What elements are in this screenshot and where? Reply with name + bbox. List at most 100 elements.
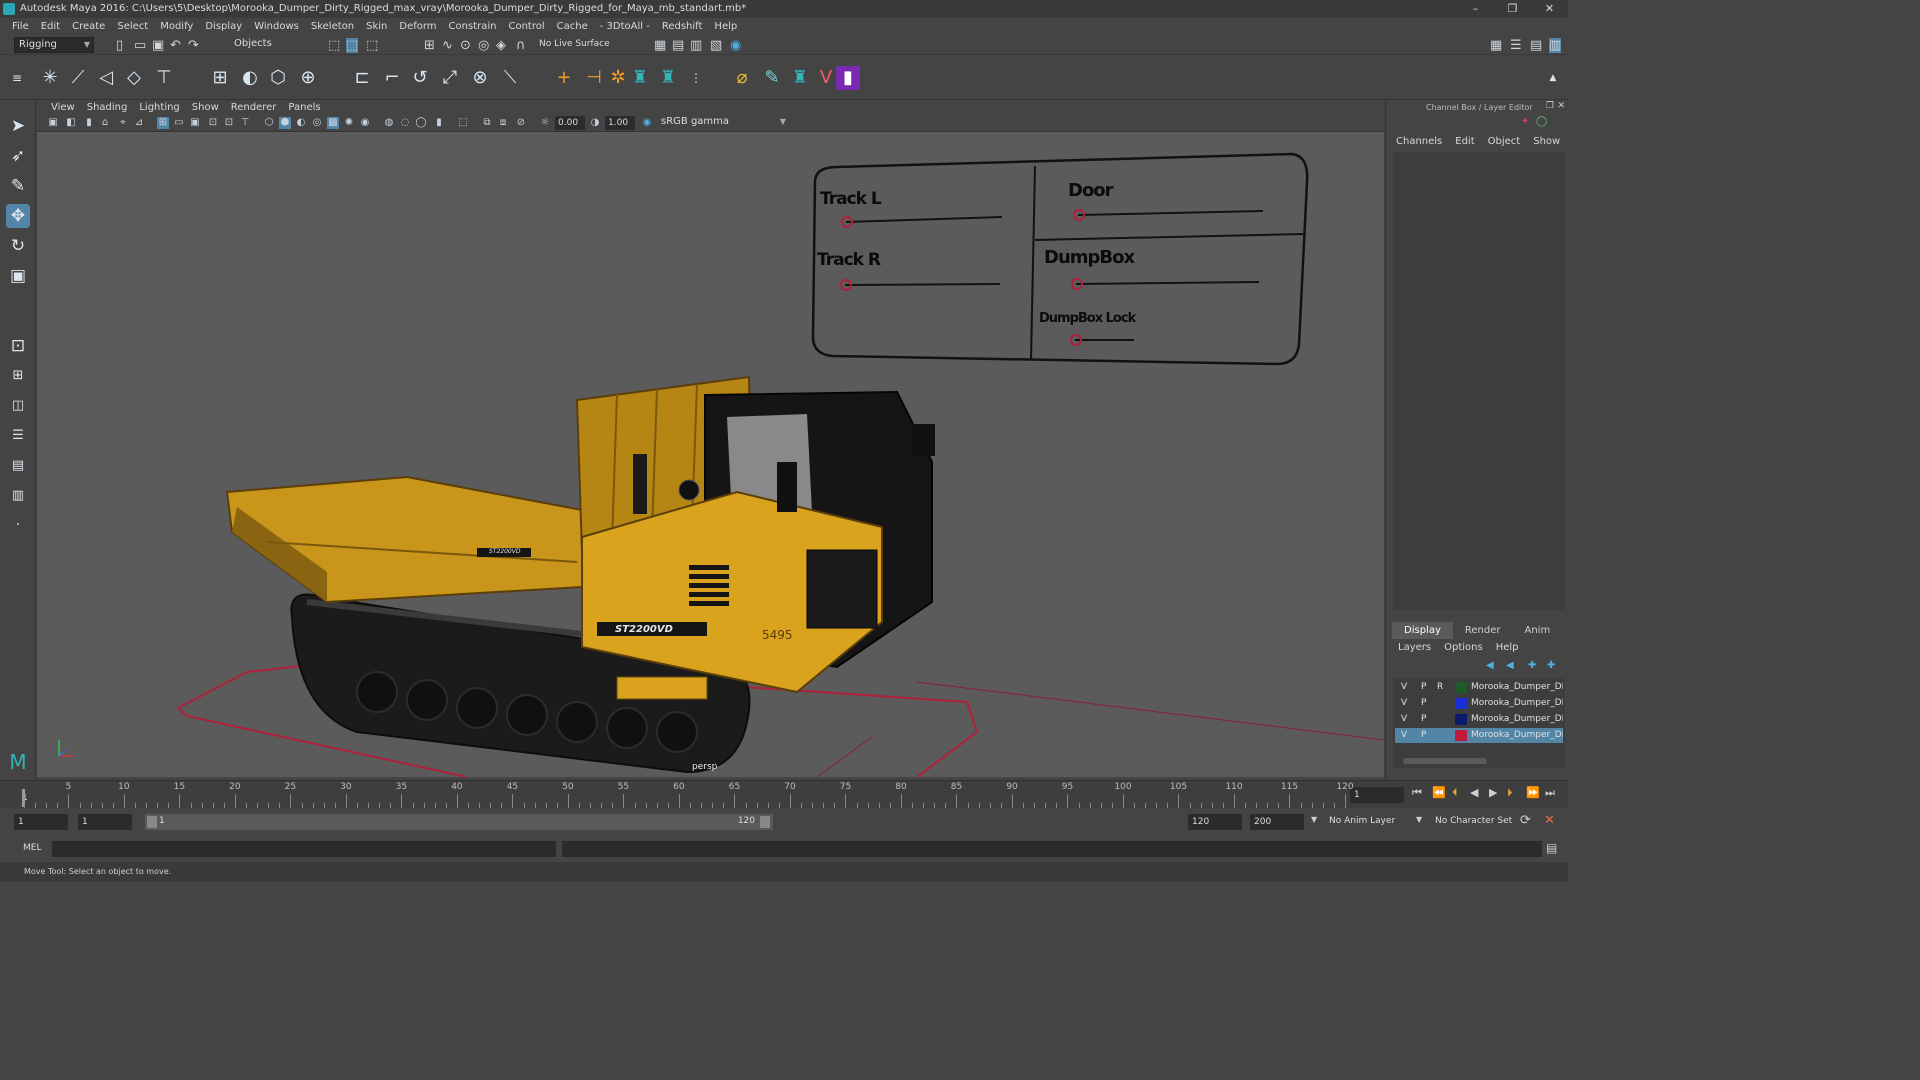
menu-help[interactable]: Help [708, 21, 743, 32]
shadows-icon[interactable]: ◉ [359, 117, 371, 129]
lasso-tool-icon[interactable]: ➶ [6, 144, 30, 168]
menu-deform[interactable]: Deform [393, 21, 442, 32]
mirror-joint-icon[interactable]: ◁ [94, 66, 118, 90]
scale-tool-icon[interactable]: ▣ [6, 264, 30, 288]
antialias-icon[interactable]: ⊘ [515, 117, 527, 129]
step-back-frame-icon[interactable]: ⏴ [1452, 786, 1458, 800]
scale-constraint-icon[interactable]: ⤢ [438, 66, 462, 90]
layer-playback[interactable]: P [1421, 728, 1426, 743]
open-scene-icon[interactable]: ▭ [134, 38, 146, 53]
live-surface-label[interactable]: No Live Surface [539, 39, 610, 49]
channel-box-area[interactable] [1393, 152, 1565, 610]
safe-action-icon[interactable]: ⊡ [223, 117, 235, 129]
ssao-icon[interactable]: ⧉ [481, 117, 493, 129]
select-object-icon[interactable]: ⬚ [346, 38, 359, 53]
layer-visibility[interactable]: V [1401, 680, 1407, 695]
menu-edit[interactable]: Edit [35, 21, 66, 32]
anim-layer-dropdown[interactable]: No Anim Layer [1329, 816, 1395, 826]
panel-menu-panels[interactable]: Panels [282, 102, 326, 113]
step-back-key-icon[interactable]: ⏪ [1432, 786, 1446, 799]
layer-menu-options[interactable]: Options [1444, 642, 1483, 653]
xray-icon[interactable]: ◍ [383, 117, 395, 129]
menu-skin[interactable]: Skin [360, 21, 393, 32]
layer-row[interactable]: V P Morooka_Dumper_Dir [1395, 696, 1563, 711]
menu-select[interactable]: Select [111, 21, 154, 32]
layer-name[interactable]: Morooka_Dumper_Dirty [1471, 680, 1563, 695]
layout-two-icon[interactable]: ◫ [6, 394, 30, 418]
safe-title-icon[interactable]: ⊤ [239, 117, 251, 129]
new-layer-icon[interactable]: ✚ [1528, 660, 1536, 671]
layer-color-swatch[interactable] [1455, 698, 1467, 709]
skeleton-icon[interactable]: ♜ [628, 66, 652, 90]
select-component-icon[interactable]: ⬚ [366, 38, 378, 53]
play-forward-icon[interactable]: ▶ [1489, 786, 1497, 799]
lattice-icon[interactable]: ⬡ [266, 66, 290, 90]
paint-select-icon[interactable]: ✎ [6, 174, 30, 198]
menu-3dtoall[interactable]: - 3DtoAll - [594, 21, 656, 32]
start-time-field[interactable]: 1 [14, 814, 68, 830]
layer-color-swatch[interactable] [1455, 730, 1467, 741]
layer-visibility[interactable]: V [1401, 728, 1407, 743]
time-slider[interactable]: 1 1 ⏮ ⏪ ⏴ ◀ ▶ ⏵ ⏩ ⏭ 51015202530354045505… [0, 780, 1568, 808]
range-slider-handle-left[interactable] [147, 816, 157, 828]
gamma-icon[interactable]: ◑ [589, 117, 601, 129]
character-icon[interactable]: ♜ [656, 66, 680, 90]
layout-custom-icon[interactable]: · [6, 514, 30, 538]
layout-single-icon[interactable]: ⊡ [6, 334, 30, 358]
film-gate-icon[interactable]: ⊿ [133, 117, 145, 129]
gamma-field[interactable]: 1.00 [605, 116, 635, 130]
layout-hypershade-icon[interactable]: ▥ [6, 484, 30, 508]
cb-menu-show[interactable]: Show [1533, 136, 1560, 147]
go-to-end-icon[interactable]: ⏭ [1545, 786, 1555, 800]
select-hierarchy-icon[interactable]: ⬚ [328, 38, 340, 53]
snap-surface-icon[interactable]: ◈ [496, 38, 506, 53]
character-set-chevron-icon[interactable]: ▼ [1416, 815, 1422, 824]
menu-file[interactable]: File [6, 21, 35, 32]
undo-icon[interactable]: ↶ [170, 38, 181, 53]
hik-icon[interactable]: ✲ [606, 66, 630, 90]
menu-modify[interactable]: Modify [154, 21, 199, 32]
layout-graph-icon[interactable]: ▤ [6, 454, 30, 478]
menu-control[interactable]: Control [502, 21, 550, 32]
menu-skeleton[interactable]: Skeleton [305, 21, 360, 32]
parent-constraint-icon[interactable]: ⊏ [350, 66, 374, 90]
modeling-toolkit-icon[interactable]: ▦ [1490, 38, 1502, 53]
snap-point-icon[interactable]: ⊙ [460, 38, 471, 53]
layout-outliner-icon[interactable]: ☰ [6, 424, 30, 448]
grid-dots-icon[interactable]: ⋮ [684, 66, 708, 90]
use-default-material-icon[interactable]: ◐ [295, 117, 307, 129]
joint-orange-icon[interactable]: ⊣ [582, 66, 606, 90]
colorspace-dropdown[interactable]: sRGB gamma ▼ [657, 116, 789, 130]
cb-menu-edit[interactable]: Edit [1455, 136, 1474, 147]
panel-float-icon[interactable]: ❐ [1546, 101, 1554, 111]
selection-mode-dropdown[interactable]: Objects [230, 37, 310, 53]
auto-key-icon[interactable]: ⟳ [1520, 813, 1531, 828]
select-tool-icon[interactable]: ➤ [6, 114, 30, 138]
snap-curve-icon[interactable]: ∿ [442, 38, 453, 53]
use-all-lights-icon[interactable]: ✺ [343, 117, 355, 129]
image-plane-icon[interactable]: ⌂ [99, 117, 111, 129]
color-management-icon[interactable]: ◉ [641, 117, 653, 129]
panel-menu-view[interactable]: View [45, 102, 81, 113]
magnet-icon[interactable]: ∩ [516, 38, 526, 53]
anim-prefs-icon[interactable]: ✕ [1544, 813, 1555, 828]
resolution-gate-icon[interactable]: ▭ [173, 117, 185, 129]
locator-icon[interactable]: + [552, 66, 576, 90]
field-chart-icon[interactable]: ⊡ [207, 117, 219, 129]
panel-menu-shading[interactable]: Shading [81, 102, 134, 113]
perspective-viewport[interactable]: Track L Track R Door DumpBox DumpBox Loc… [37, 132, 1384, 777]
camera-lock-icon[interactable]: ◧ [65, 117, 77, 129]
tab-anim[interactable]: Anim [1512, 622, 1562, 639]
layer-playback[interactable]: P [1421, 696, 1426, 711]
grid-toggle-icon[interactable]: ⊞ [157, 117, 169, 129]
range-slider[interactable]: 1 120 [145, 814, 773, 830]
move-layer-down-icon[interactable]: ◀ [1506, 660, 1514, 671]
layer-color-swatch[interactable] [1455, 682, 1467, 693]
anim-layer-chevron-icon[interactable]: ▼ [1311, 815, 1317, 824]
isolate-select-icon[interactable]: ⬚ [457, 117, 469, 129]
orient-joint-icon[interactable]: ◇ [122, 66, 146, 90]
layer-name[interactable]: Morooka_Dumper_Dir [1471, 728, 1563, 743]
camera-attr-icon[interactable]: ⌖ [117, 117, 129, 129]
redo-icon[interactable]: ↷ [188, 38, 199, 53]
channel-box-toggle-icon[interactable]: ▥ [1549, 38, 1562, 53]
